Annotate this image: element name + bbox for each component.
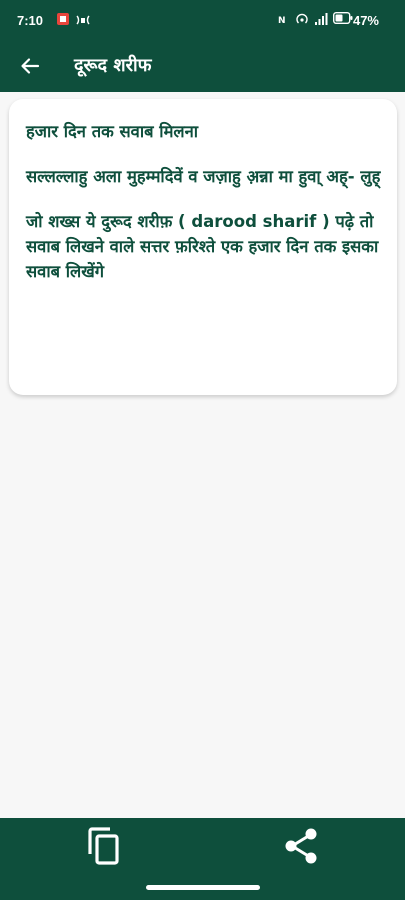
darood-card: हजार दिन तक सवाब मिलना सल्लल्लाहु अला मु…	[9, 99, 397, 395]
card-text: हजार दिन तक सवाब मिलना सल्लल्लाहु अला मु…	[26, 119, 382, 304]
status-time: 7:10	[17, 13, 44, 28]
battery-icon	[333, 12, 353, 24]
app-bar: दूरूद शरीफ	[0, 42, 405, 92]
darood-description: जो शख्स ये दुरूद शरीफ़ ( darood sharif )…	[26, 212, 379, 281]
home-indicator[interactable]	[146, 885, 260, 890]
hotspot-icon	[295, 12, 309, 26]
notification-app-icon	[56, 12, 70, 26]
status-bar: 7:10 N 47%	[0, 0, 405, 42]
copy-button[interactable]	[82, 824, 126, 868]
darood-text: सल्लल्लाहु अला मुहम्मदिवें व जज़ाहु अ़न्…	[26, 167, 381, 186]
nfc-icon: N	[278, 12, 291, 26]
card-heading: हजार दिन तक सवाब मिलना	[26, 122, 199, 141]
page-title: दूरूद शरीफ	[74, 55, 152, 76]
bottom-bar	[0, 818, 405, 874]
system-navigation-bar	[0, 874, 405, 900]
share-icon	[285, 828, 317, 864]
signal-icon	[314, 12, 328, 26]
arrow-left-icon	[21, 58, 40, 74]
battery-percent: 47%	[352, 13, 379, 28]
share-button[interactable]	[279, 824, 323, 868]
svg-text:N: N	[278, 16, 286, 26]
copy-icon	[88, 827, 119, 865]
back-button[interactable]	[14, 50, 46, 82]
cast-icon	[75, 12, 91, 26]
